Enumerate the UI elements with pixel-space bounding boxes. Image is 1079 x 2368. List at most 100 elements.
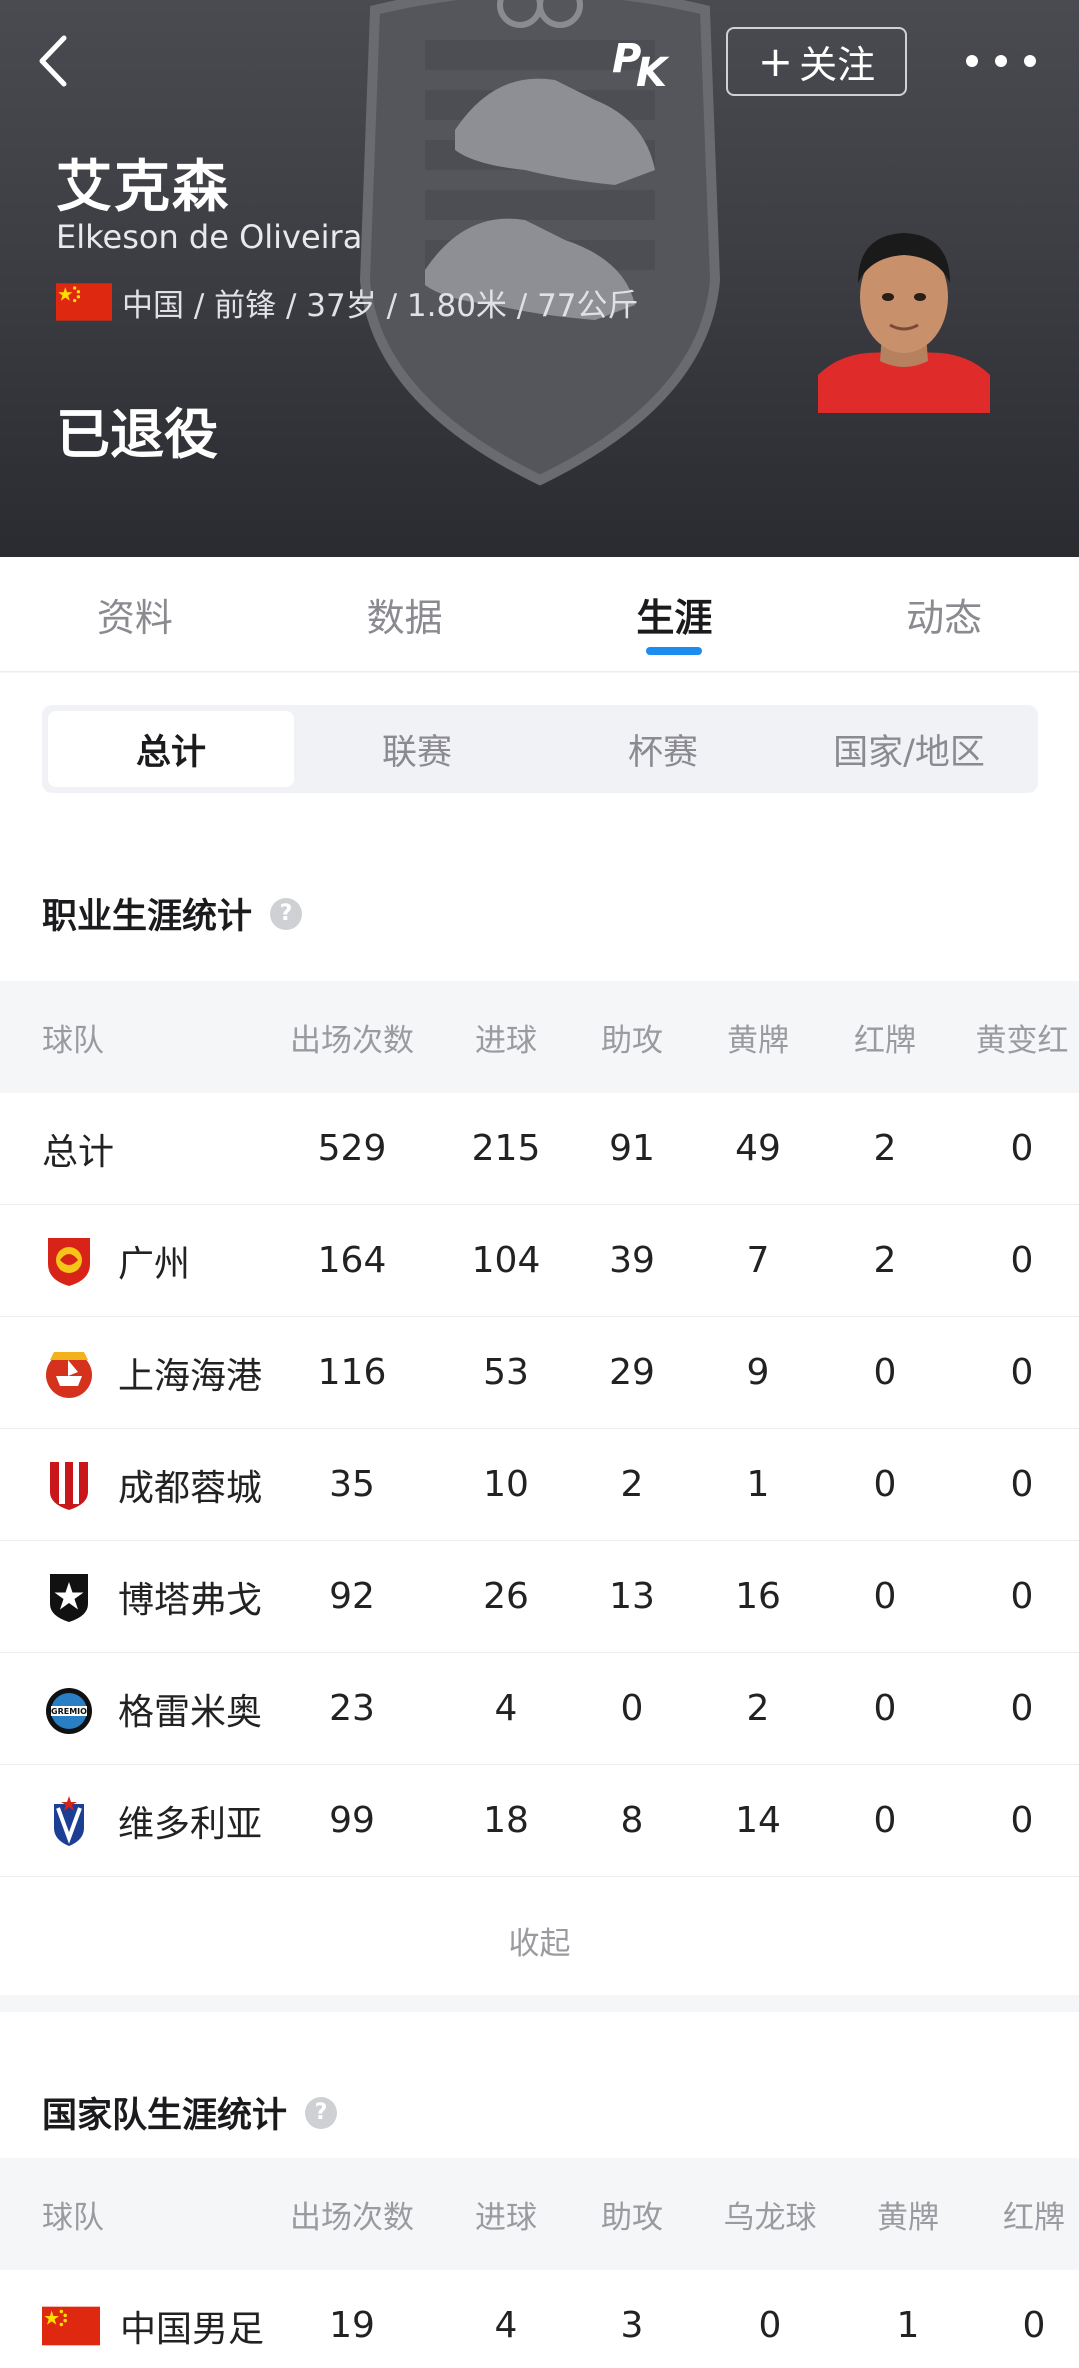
stat-cell: 7 (746, 1240, 770, 1281)
stat-cell: 0 (1010, 1352, 1034, 1393)
team-cell: 上海海港 (42, 1317, 262, 1428)
tab-career[interactable]: 生涯 (540, 557, 810, 671)
column-header: 出场次数 (290, 2199, 414, 2236)
stat-cell: 29 (609, 1352, 655, 1393)
team-name: 博塔弗戈 (118, 1579, 263, 1621)
botafogo-logo-icon (42, 1570, 96, 1624)
player-avatar (818, 233, 990, 413)
column-header: 红牌 (1003, 2199, 1065, 2236)
shanghai-port-logo-icon (42, 1346, 96, 1400)
team-name: 总计 (42, 1131, 115, 1173)
column-header: 黄牌 (727, 1022, 789, 1059)
pk-logo-icon: P K (612, 36, 670, 90)
stat-cell: 0 (1022, 2305, 1046, 2346)
team-cell: 中国男足 (42, 2270, 264, 2368)
vitoria-logo-icon (42, 1794, 96, 1848)
stat-cell: 529 (317, 1128, 387, 1169)
stat-cell: 10 (483, 1464, 529, 1505)
collapse-button[interactable]: 收起 (0, 1885, 1079, 1995)
table-row[interactable]: 成都蓉城 35 10 2 1 0 0 (0, 1429, 1079, 1541)
table-row[interactable]: 总计 529 215 91 49 2 0 (0, 1093, 1079, 1205)
help-icon[interactable]: ? (305, 2096, 338, 2129)
active-tab-indicator (646, 647, 703, 655)
stat-cell: 92 (329, 1576, 375, 1617)
team-cell: 博塔弗戈 (42, 1541, 262, 1652)
tab-stats[interactable]: 数据 (270, 557, 540, 671)
stat-cell: 2 (746, 1688, 770, 1729)
tab-profile[interactable]: 资料 (0, 557, 270, 671)
column-header: 球队 (42, 1022, 104, 1059)
plus-icon: + (757, 36, 794, 86)
stat-cell: 0 (873, 1464, 897, 1505)
stat-cell: 13 (609, 1576, 655, 1617)
help-icon[interactable]: ? (270, 897, 303, 930)
back-arrow-icon[interactable] (28, 28, 78, 94)
segment-cup[interactable]: 杯赛 (540, 711, 786, 787)
segment-control: 总计 联赛 杯赛 国家/地区 (42, 705, 1038, 793)
player-header: P K + 关注 艾克森 Elkeson de Oliveira 中国 / 前锋… (0, 0, 1079, 557)
team-name: 格雷米奥 (118, 1691, 263, 1733)
table-row[interactable]: 维多利亚 99 18 8 14 0 0 (0, 1765, 1079, 1877)
career-stats-title: 职业生涯统计 ? (42, 888, 303, 939)
stat-cell: 0 (1010, 1464, 1034, 1505)
stat-cell: 35 (329, 1464, 375, 1505)
stat-cell: 99 (329, 1800, 375, 1841)
career-section: 总计 联赛 杯赛 国家/地区 职业生涯统计 ? 球队 出场次数 进球 助攻 黄牌 红牌 黄变… (0, 673, 1079, 1995)
player-name: 艾克森 (56, 155, 230, 220)
player-status: 已退役 (56, 403, 218, 466)
stat-cell: 2 (873, 1128, 897, 1169)
stat-cell: 0 (1010, 1800, 1034, 1841)
career-table-header: 球队 出场次数 进球 助攻 黄牌 红牌 黄变红 (0, 981, 1079, 1093)
gremio-logo-icon: GREMIO (42, 1682, 96, 1736)
stat-cell: 0 (873, 1576, 897, 1617)
follow-label: 关注 (799, 43, 876, 87)
stat-cell: 0 (873, 1688, 897, 1729)
stat-cell: 14 (735, 1800, 781, 1841)
follow-button[interactable]: + 关注 (726, 27, 907, 96)
more-options-icon[interactable] (966, 44, 1036, 78)
china-flag-icon (42, 2306, 100, 2346)
column-header: 黄牌 (877, 2199, 939, 2236)
stat-cell: 104 (471, 1240, 541, 1281)
stat-cell: 49 (735, 1128, 781, 1169)
column-header: 球队 (42, 2199, 104, 2236)
table-row[interactable]: 广州 164 104 39 7 2 0 (0, 1205, 1079, 1317)
player-info: 中国 / 前锋 / 37岁 / 1.80米 / 77公斤 (122, 288, 639, 324)
table-row[interactable]: 博塔弗戈 92 26 13 16 0 0 (0, 1541, 1079, 1653)
stat-cell: 3 (620, 2305, 644, 2346)
team-name: 维多利亚 (118, 1803, 263, 1845)
guangzhou-logo-icon (42, 1234, 96, 1288)
national-team-section: 国家队生涯统计 ? 球队 出场次数 进球 助攻 乌龙球 黄牌 红牌 中国男足 19 4 3 0 1 0 (0, 2012, 1079, 2368)
stat-cell: 116 (317, 1352, 387, 1393)
column-header: 进球 (475, 1022, 537, 1059)
national-stats-table: 球队 出场次数 进球 助攻 乌龙球 黄牌 红牌 中国男足 19 4 3 0 1 0 (0, 2158, 1079, 2368)
team-cell: 总计 (42, 1093, 114, 1204)
stat-cell: 0 (620, 1688, 644, 1729)
table-row[interactable]: 上海海港 116 53 29 9 0 0 (0, 1317, 1079, 1429)
column-header: 黄变红 (975, 1022, 1069, 1059)
stat-cell: 53 (483, 1352, 529, 1393)
table-row[interactable]: 中国男足 19 4 3 0 1 0 (0, 2270, 1079, 2368)
table-row[interactable]: GREMIO 格雷米奥 23 4 0 2 0 0 (0, 1653, 1079, 1765)
column-header: 出场次数 (290, 1022, 414, 1059)
stat-cell: 8 (620, 1800, 644, 1841)
stat-cell: 0 (1010, 1240, 1034, 1281)
column-header: 进球 (475, 2199, 537, 2236)
segment-league[interactable]: 联赛 (294, 711, 540, 787)
segment-national[interactable]: 国家/地区 (786, 711, 1032, 787)
stat-cell: 2 (620, 1464, 644, 1505)
player-name-english: Elkeson de Oliveira (56, 218, 363, 256)
stat-cell: 18 (483, 1800, 529, 1841)
column-header: 助攻 (601, 1022, 663, 1059)
svg-text:K: K (636, 50, 670, 90)
national-stats-title: 国家队生涯统计 ? (42, 2087, 338, 2138)
segment-total[interactable]: 总计 (48, 711, 294, 787)
stat-cell: 23 (329, 1688, 375, 1729)
stat-cell: 0 (1010, 1128, 1034, 1169)
stat-cell: 4 (494, 1688, 518, 1729)
stat-cell: 0 (1010, 1576, 1034, 1617)
tab-news[interactable]: 动态 (809, 557, 1079, 671)
stat-cell: 39 (609, 1240, 655, 1281)
stat-cell: 0 (873, 1352, 897, 1393)
team-name: 成都蓉城 (118, 1467, 263, 1509)
